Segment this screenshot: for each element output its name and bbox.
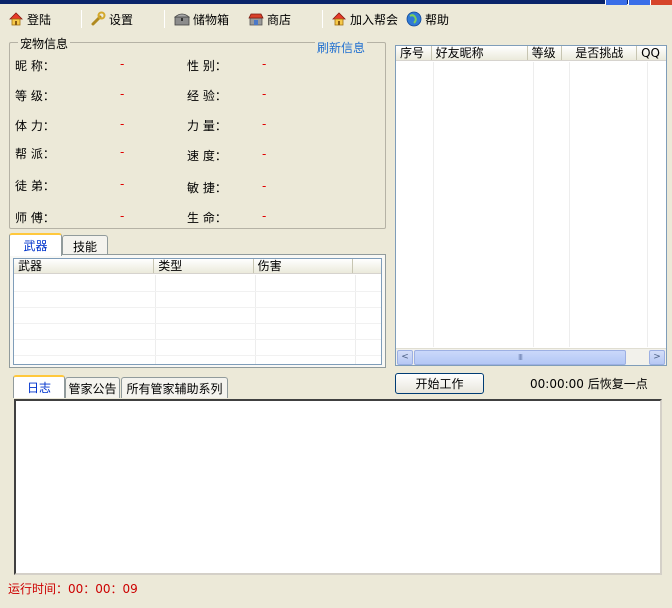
level-label: 等 级： xyxy=(15,89,55,103)
type-column-header[interactable]: 类型 xyxy=(154,259,254,273)
tab-log[interactable]: 日志 xyxy=(13,375,65,398)
house-icon xyxy=(331,11,347,27)
toolbar-separator xyxy=(322,10,323,28)
treasure-chest-icon xyxy=(173,11,191,27)
recover-countdown: 00:00:00 后恢复一点 xyxy=(530,377,648,391)
scrollbar-thumb[interactable]: III xyxy=(414,350,626,365)
faction-label: 帮 派： xyxy=(15,147,55,161)
scroll-left-arrow-icon[interactable]: < xyxy=(397,350,413,365)
shop-button[interactable]: 商店 xyxy=(248,9,291,29)
login-button[interactable]: 登陆 xyxy=(8,9,51,29)
strength-label: 力 量： xyxy=(187,119,227,133)
help-label: 帮助 xyxy=(425,12,450,27)
apprentice-value: - xyxy=(120,177,125,191)
pet-info-title: 宠物信息 xyxy=(18,35,71,52)
weapon-column-header[interactable]: 武器 xyxy=(14,259,155,273)
storage-button[interactable]: 储物箱 xyxy=(173,9,230,29)
friend-nickname-column-header[interactable]: 好友昵称 xyxy=(432,46,528,60)
toolbar: 登陆 设置 储物箱 商店 加入帮会 帮助 xyxy=(0,5,672,33)
tab-weapons[interactable]: 武器 xyxy=(9,233,62,256)
settings-label: 设置 xyxy=(109,12,134,27)
gender-label: 性 别： xyxy=(187,59,227,73)
house-icon xyxy=(8,11,24,27)
experience-label: 经 验： xyxy=(187,89,227,103)
grid-line xyxy=(355,275,356,364)
grid-line xyxy=(14,291,381,292)
grid-line xyxy=(155,275,156,364)
friend-level-column-header[interactable]: 等级 xyxy=(528,46,563,60)
master-value: - xyxy=(120,209,125,223)
title-bar-edge xyxy=(0,0,672,4)
start-work-button[interactable]: 开始工作 xyxy=(395,373,484,394)
storage-label: 储物箱 xyxy=(193,12,230,27)
toolbar-separator xyxy=(81,10,82,28)
toolbar-separator xyxy=(164,10,165,28)
apprentice-label: 徒 弟： xyxy=(15,179,55,193)
agility-value: - xyxy=(262,179,267,193)
grid-line xyxy=(433,62,434,347)
nickname-label: 昵 称： xyxy=(15,59,55,73)
help-globe-icon xyxy=(406,11,422,27)
equipment-panel: 武器 类型 伤害 xyxy=(9,254,386,368)
qq-column-header[interactable]: QQ xyxy=(637,46,666,60)
strength-value: - xyxy=(262,117,267,131)
wrench-icon xyxy=(90,11,106,27)
faction-value: - xyxy=(120,145,125,159)
log-textarea[interactable] xyxy=(14,399,662,575)
friends-horizontal-scrollbar[interactable]: < III > xyxy=(396,348,666,365)
runtime-status: 运行时间：00：00：09 xyxy=(8,582,138,596)
shop-icon xyxy=(248,11,264,27)
login-label: 登陆 xyxy=(27,12,52,27)
help-button[interactable]: 帮助 xyxy=(406,9,449,29)
grid-line xyxy=(533,62,534,347)
life-label: 生 命： xyxy=(187,211,227,225)
stamina-label: 体 力： xyxy=(15,119,55,133)
join-guild-label: 加入帮会 xyxy=(350,12,399,27)
index-column-header[interactable]: 序号 xyxy=(396,46,432,60)
stamina-value: - xyxy=(120,117,125,131)
challenge-column-header[interactable]: 是否挑战 xyxy=(562,46,638,60)
join-guild-button[interactable]: 加入帮会 xyxy=(331,9,398,29)
gender-value: - xyxy=(262,57,267,71)
experience-value: - xyxy=(262,87,267,101)
level-value: - xyxy=(120,87,125,101)
tab-all-assistant-series[interactable]: 所有管家辅助系列 xyxy=(121,377,228,398)
agility-label: 敏 捷： xyxy=(187,181,227,195)
weapon-table-header: 武器 类型 伤害 xyxy=(14,259,381,274)
settings-button[interactable]: 设置 xyxy=(90,9,133,29)
grid-line xyxy=(14,355,381,356)
shop-label: 商店 xyxy=(267,12,292,27)
friends-table-header: 序号 好友昵称 等级 是否挑战 QQ xyxy=(396,46,666,61)
refresh-info-link[interactable]: 刷新信息 xyxy=(314,39,367,56)
weapon-table[interactable]: 武器 类型 伤害 xyxy=(13,258,382,365)
pet-info-group: 宠物信息 刷新信息 昵 称： - 等 级： - 体 力： - 帮 派： - 徒 … xyxy=(9,35,386,229)
scroll-right-arrow-icon[interactable]: > xyxy=(649,350,665,365)
filler-column-header xyxy=(353,259,381,273)
grid-line xyxy=(255,275,256,364)
grid-line xyxy=(647,62,648,347)
friends-table[interactable]: 序号 好友昵称 等级 是否挑战 QQ < III > xyxy=(395,45,667,366)
damage-column-header[interactable]: 伤害 xyxy=(254,259,354,273)
nickname-value: - xyxy=(120,57,125,71)
tab-announcement[interactable]: 管家公告 xyxy=(65,377,120,398)
life-value: - xyxy=(262,209,267,223)
tab-skills[interactable]: 技能 xyxy=(62,235,108,256)
grid-line xyxy=(14,339,381,340)
speed-label: 速 度： xyxy=(187,149,227,163)
master-label: 师 傅： xyxy=(15,211,55,225)
grid-line xyxy=(14,323,381,324)
grid-line xyxy=(569,62,570,347)
grid-line xyxy=(14,307,381,308)
speed-value: - xyxy=(262,147,267,161)
